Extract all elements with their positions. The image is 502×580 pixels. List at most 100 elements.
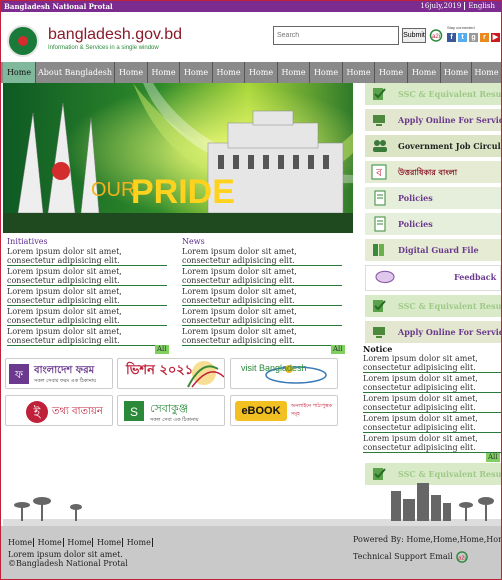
logo-title[interactable]: bangladesh.gov.bd <box>48 26 182 44</box>
sidebar-item-apply-online[interactable]: Apply Online For Service <box>365 109 501 131</box>
notice-title: Notice <box>363 344 393 354</box>
sidebar-item-digital-guard-file[interactable]: Digital Guard File <box>365 239 501 261</box>
footer-link-home[interactable]: Home <box>37 538 64 547</box>
tile-sublabel: সকল সেবার ফরম এক ঠিকানায় <box>34 378 97 384</box>
sidebar-item-policies[interactable]: Policies <box>365 213 501 235</box>
government-emblem-logo[interactable] <box>7 25 39 57</box>
document-icon <box>374 216 386 232</box>
speech-bubble-icon <box>375 270 395 284</box>
nav-item-home[interactable]: Home <box>277 62 309 83</box>
nav-item-home[interactable]: Home <box>440 62 471 83</box>
notice-all-button[interactable]: All <box>486 453 500 462</box>
list-item[interactable]: Lorem ipsum dolor sit amet, consectetur … <box>7 267 167 286</box>
tile-sublabel: অনলাইনে পাঠ্যপুস্তক সমূহ <box>291 403 333 417</box>
sidebar-item-label: Government Job Circular <box>398 141 501 151</box>
sidebar-item-ssc-results[interactable]: SSC & Equivalent Results <box>365 83 501 105</box>
list-item[interactable]: Lorem ipsum dolor sit amet, consectetur … <box>7 287 167 306</box>
twitter-icon[interactable]: t <box>458 33 467 42</box>
list-item[interactable]: Lorem ipsum dolor sit amet, consectetur … <box>363 374 501 393</box>
svg-text:ব: ব <box>375 168 382 179</box>
youtube-icon[interactable]: ▶ <box>491 33 500 42</box>
nav-item-home[interactable]: Home <box>114 62 147 83</box>
list-item[interactable]: Lorem ipsum dolor sit amet, consectetur … <box>363 394 501 413</box>
list-item[interactable]: Lorem ipsum dolor sit amet, consectetur … <box>7 327 167 346</box>
list-item[interactable]: Lorem ipsum dolor sit amet, consectetur … <box>363 434 501 453</box>
nav-item-home[interactable]: Home <box>342 62 374 83</box>
list-item[interactable]: Lorem ipsum dolor sit amet, consectetur … <box>363 414 501 433</box>
banner-text-pride: PRIDE <box>131 173 235 211</box>
ebook-logo: eBOOK <box>235 401 287 421</box>
sidebar-item-apply-online[interactable]: Apply Online For Service <box>365 321 501 343</box>
hero-banner[interactable]: OUR PRIDE <box>3 83 353 233</box>
facebook-icon[interactable]: f <box>447 33 456 42</box>
list-item[interactable]: Lorem ipsum dolor sit amet, consectetur … <box>182 247 342 266</box>
page-frame: Bangladesh National Protal 16july,2019 En… <box>0 0 502 580</box>
list-item[interactable]: Lorem ipsum dolor sit amet, consectetur … <box>182 307 342 326</box>
initiatives-title: Initiatives <box>7 237 48 246</box>
tile-bangladesh-form[interactable]: ফ বাংলাদেশ ফরম সকল সেবার ফরম এক ঠিকানায় <box>5 358 113 389</box>
submit-button[interactable]: Submit <box>402 28 426 43</box>
initiatives-section: Initiatives Lorem ipsum dolor sit amet, … <box>7 237 167 347</box>
nav-item-home[interactable]: Home <box>3 62 35 83</box>
technical-support-label[interactable]: Technical Support Email <box>353 552 453 561</box>
footer-link-home[interactable]: Home <box>96 538 124 547</box>
sidebar-item-uttoradhikar[interactable]: ব উত্তরাধিকার বাংলা <box>365 161 501 183</box>
list-item[interactable]: Lorem ipsum dolor sit amet, consectetur … <box>182 327 342 346</box>
a2i-logo-icon[interactable]: a2i <box>429 29 443 42</box>
sidebar-item-ssc-results[interactable]: SSC & Equivalent Results <box>365 295 501 317</box>
footer: Home Home Home Home Home Lorem ipsum dol… <box>1 526 501 579</box>
list-item[interactable]: Lorem ipsum dolor sit amet, consectetur … <box>182 287 342 306</box>
sidebar-item-policies[interactable]: Policies <box>365 187 501 209</box>
search-input[interactable] <box>273 26 399 45</box>
top-bar-right: 16july,2019 English <box>417 1 498 12</box>
news-all-button[interactable]: All <box>331 345 345 354</box>
news-section: News Lorem ipsum dolor sit amet, consect… <box>182 237 342 347</box>
stay-connected-label: Stay connected <box>447 25 475 30</box>
notice-section: Notice Lorem ipsum dolor sit amet, conse… <box>363 344 501 454</box>
people-icon <box>373 140 387 152</box>
technical-support: Technical Support Email a2i <box>353 551 469 563</box>
list-item[interactable]: Lorem ipsum dolor sit amet, consectetur … <box>182 267 342 286</box>
rss-icon[interactable]: r <box>480 33 489 42</box>
tottho-logo-icon: ই <box>26 401 48 423</box>
nav-item-home[interactable]: Home <box>244 62 277 83</box>
svg-text:a2i: a2i <box>459 555 466 561</box>
tile-label: ভিশন ২০২১ <box>126 363 194 378</box>
nav-item-home[interactable]: Home <box>212 62 244 83</box>
nav-item-home[interactable]: Home <box>147 62 179 83</box>
list-item[interactable]: Lorem ipsum dolor sit amet, consectetur … <box>7 247 167 266</box>
list-item[interactable]: Lorem ipsum dolor sit amet, consectetur … <box>363 354 501 373</box>
footer-links: Home Home Home Home Home <box>7 538 153 547</box>
tile-visit-bangladesh[interactable]: visit Bangladesh <box>230 358 338 389</box>
news-title: News <box>182 237 205 246</box>
sidebar-item-job-circular[interactable]: Government Job Circular <box>365 135 501 157</box>
a2i-logo-icon: a2i <box>456 551 469 563</box>
language-link[interactable]: English <box>464 2 498 10</box>
sidebar-item-label: Feedback <box>454 272 497 282</box>
initiatives-all-button[interactable]: All <box>155 345 169 354</box>
footer-link-home[interactable]: Home <box>66 538 94 547</box>
sidebar-item-label: Apply Online For Service <box>398 115 501 125</box>
tile-tottho-batayon[interactable]: ই তথ্য বাতায়ন <box>5 395 113 426</box>
nav-item-home[interactable]: Home <box>179 62 212 83</box>
google-plus-icon[interactable]: g <box>469 33 478 42</box>
nav-item-home[interactable]: Home <box>309 62 342 83</box>
nav-item-home[interactable]: Home <box>471 62 501 83</box>
banner-text-our: OUR <box>91 179 136 201</box>
svg-text:ই: ই <box>33 405 42 421</box>
tile-vision-2021[interactable]: ভিশন ২০২১ <box>117 358 225 389</box>
sidebar-item-label: Apply Online For Service <box>398 327 501 337</box>
tile-sebakunjo[interactable]: S সেবাকুঞ্জ সকল সেবা এক ঠিকানায় <box>117 395 225 426</box>
footer-link-home[interactable]: Home <box>7 538 35 547</box>
nav-item-home[interactable]: Home <box>374 62 407 83</box>
sidebar-item-feedback[interactable]: Feedback <box>365 265 501 291</box>
tile-ebook[interactable]: eBOOK অনলাইনে পাঠ্যপুস্তক সমূহ <box>230 395 338 426</box>
nav-item-home[interactable]: Home <box>407 62 440 83</box>
folder-icon <box>373 244 384 256</box>
footer-link-home[interactable]: Home <box>126 538 153 547</box>
powered-by: Powered By: Home,Home,Home,Home <box>353 535 502 544</box>
nav-item-about-bangladesh[interactable]: About Bangladesh <box>35 62 114 83</box>
main-nav: Home About Bangladesh Home Home Home Hom… <box>1 62 501 83</box>
list-item[interactable]: Lorem ipsum dolor sit amet, consectetur … <box>7 307 167 326</box>
site-name: Bangladesh National Protal <box>4 2 113 11</box>
